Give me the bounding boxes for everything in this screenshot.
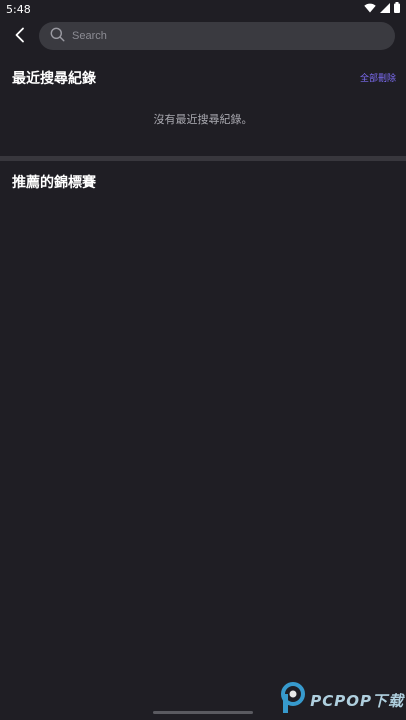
section-divider — [0, 156, 406, 161]
wifi-icon — [364, 3, 376, 16]
watermark: PCPOP下载 — [280, 682, 404, 718]
chevron-left-icon — [14, 27, 26, 47]
recommended-tournaments-section: 推薦的錦標賽 — [0, 162, 406, 702]
recent-searches-section: 最近搜尋紀錄 全部刪除 沒有最近搜尋紀錄。 — [0, 62, 406, 156]
gesture-bar — [153, 711, 253, 714]
back-button[interactable] — [6, 24, 34, 50]
status-bar: 5:48 — [0, 0, 406, 18]
watermark-text: PCPOP下载 — [310, 691, 404, 710]
recent-searches-title: 最近搜尋紀錄 — [12, 71, 96, 87]
battery-icon — [394, 2, 400, 16]
watermark-logo-icon — [280, 682, 306, 718]
status-time: 5:48 — [6, 2, 31, 16]
search-input[interactable] — [70, 29, 374, 43]
recommended-tournaments-title: 推薦的錦標賽 — [12, 175, 96, 191]
empty-recent-message: 沒有最近搜尋紀錄。 — [153, 113, 253, 126]
status-icons — [364, 2, 400, 16]
delete-all-button[interactable]: 全部刪除 — [360, 71, 396, 84]
top-bar — [0, 20, 406, 54]
search-icon — [50, 27, 65, 46]
search-box[interactable] — [39, 22, 395, 50]
signal-icon — [380, 2, 390, 16]
